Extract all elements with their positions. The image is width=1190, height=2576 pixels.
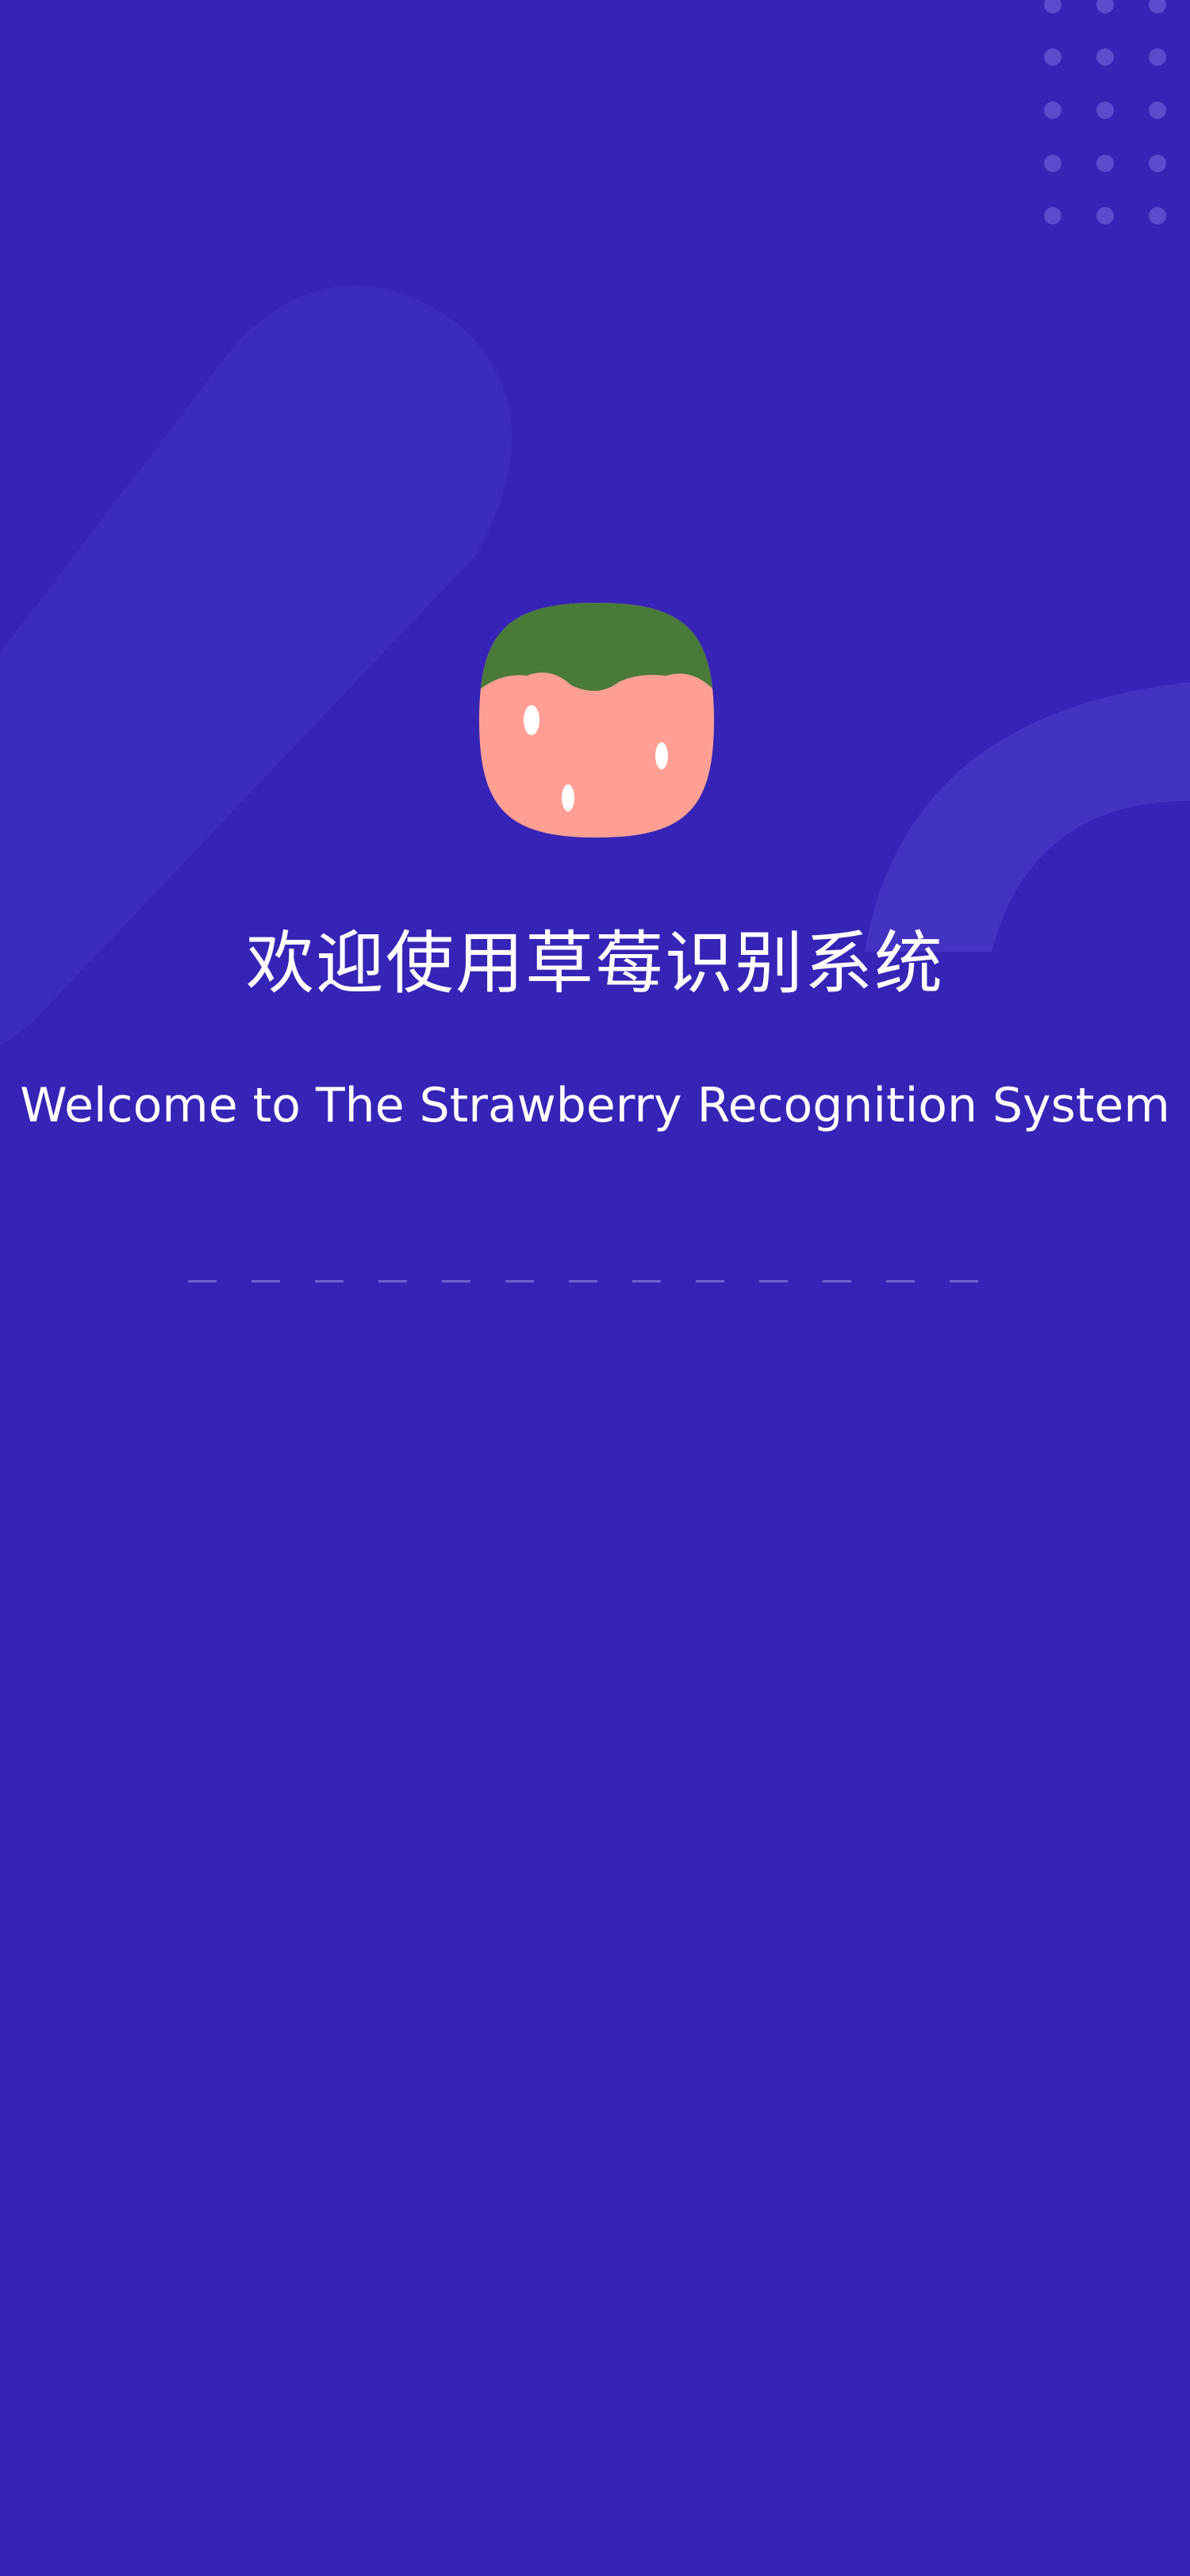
strawberry-icon [479,603,714,838]
dot-grid-decoration [1044,0,1166,224]
dashed-loading-indicator [188,1280,978,1282]
background-decoration [0,285,1190,1045]
welcome-title-english: Welcome to The Strawberry Recognition Sy… [20,1078,1170,1133]
welcome-title-chinese: 欢迎使用草莓识别系统 [246,924,944,1003]
splash-screen: 欢迎使用草莓识别系统 Welcome to The Strawberry Rec… [0,0,1190,2576]
